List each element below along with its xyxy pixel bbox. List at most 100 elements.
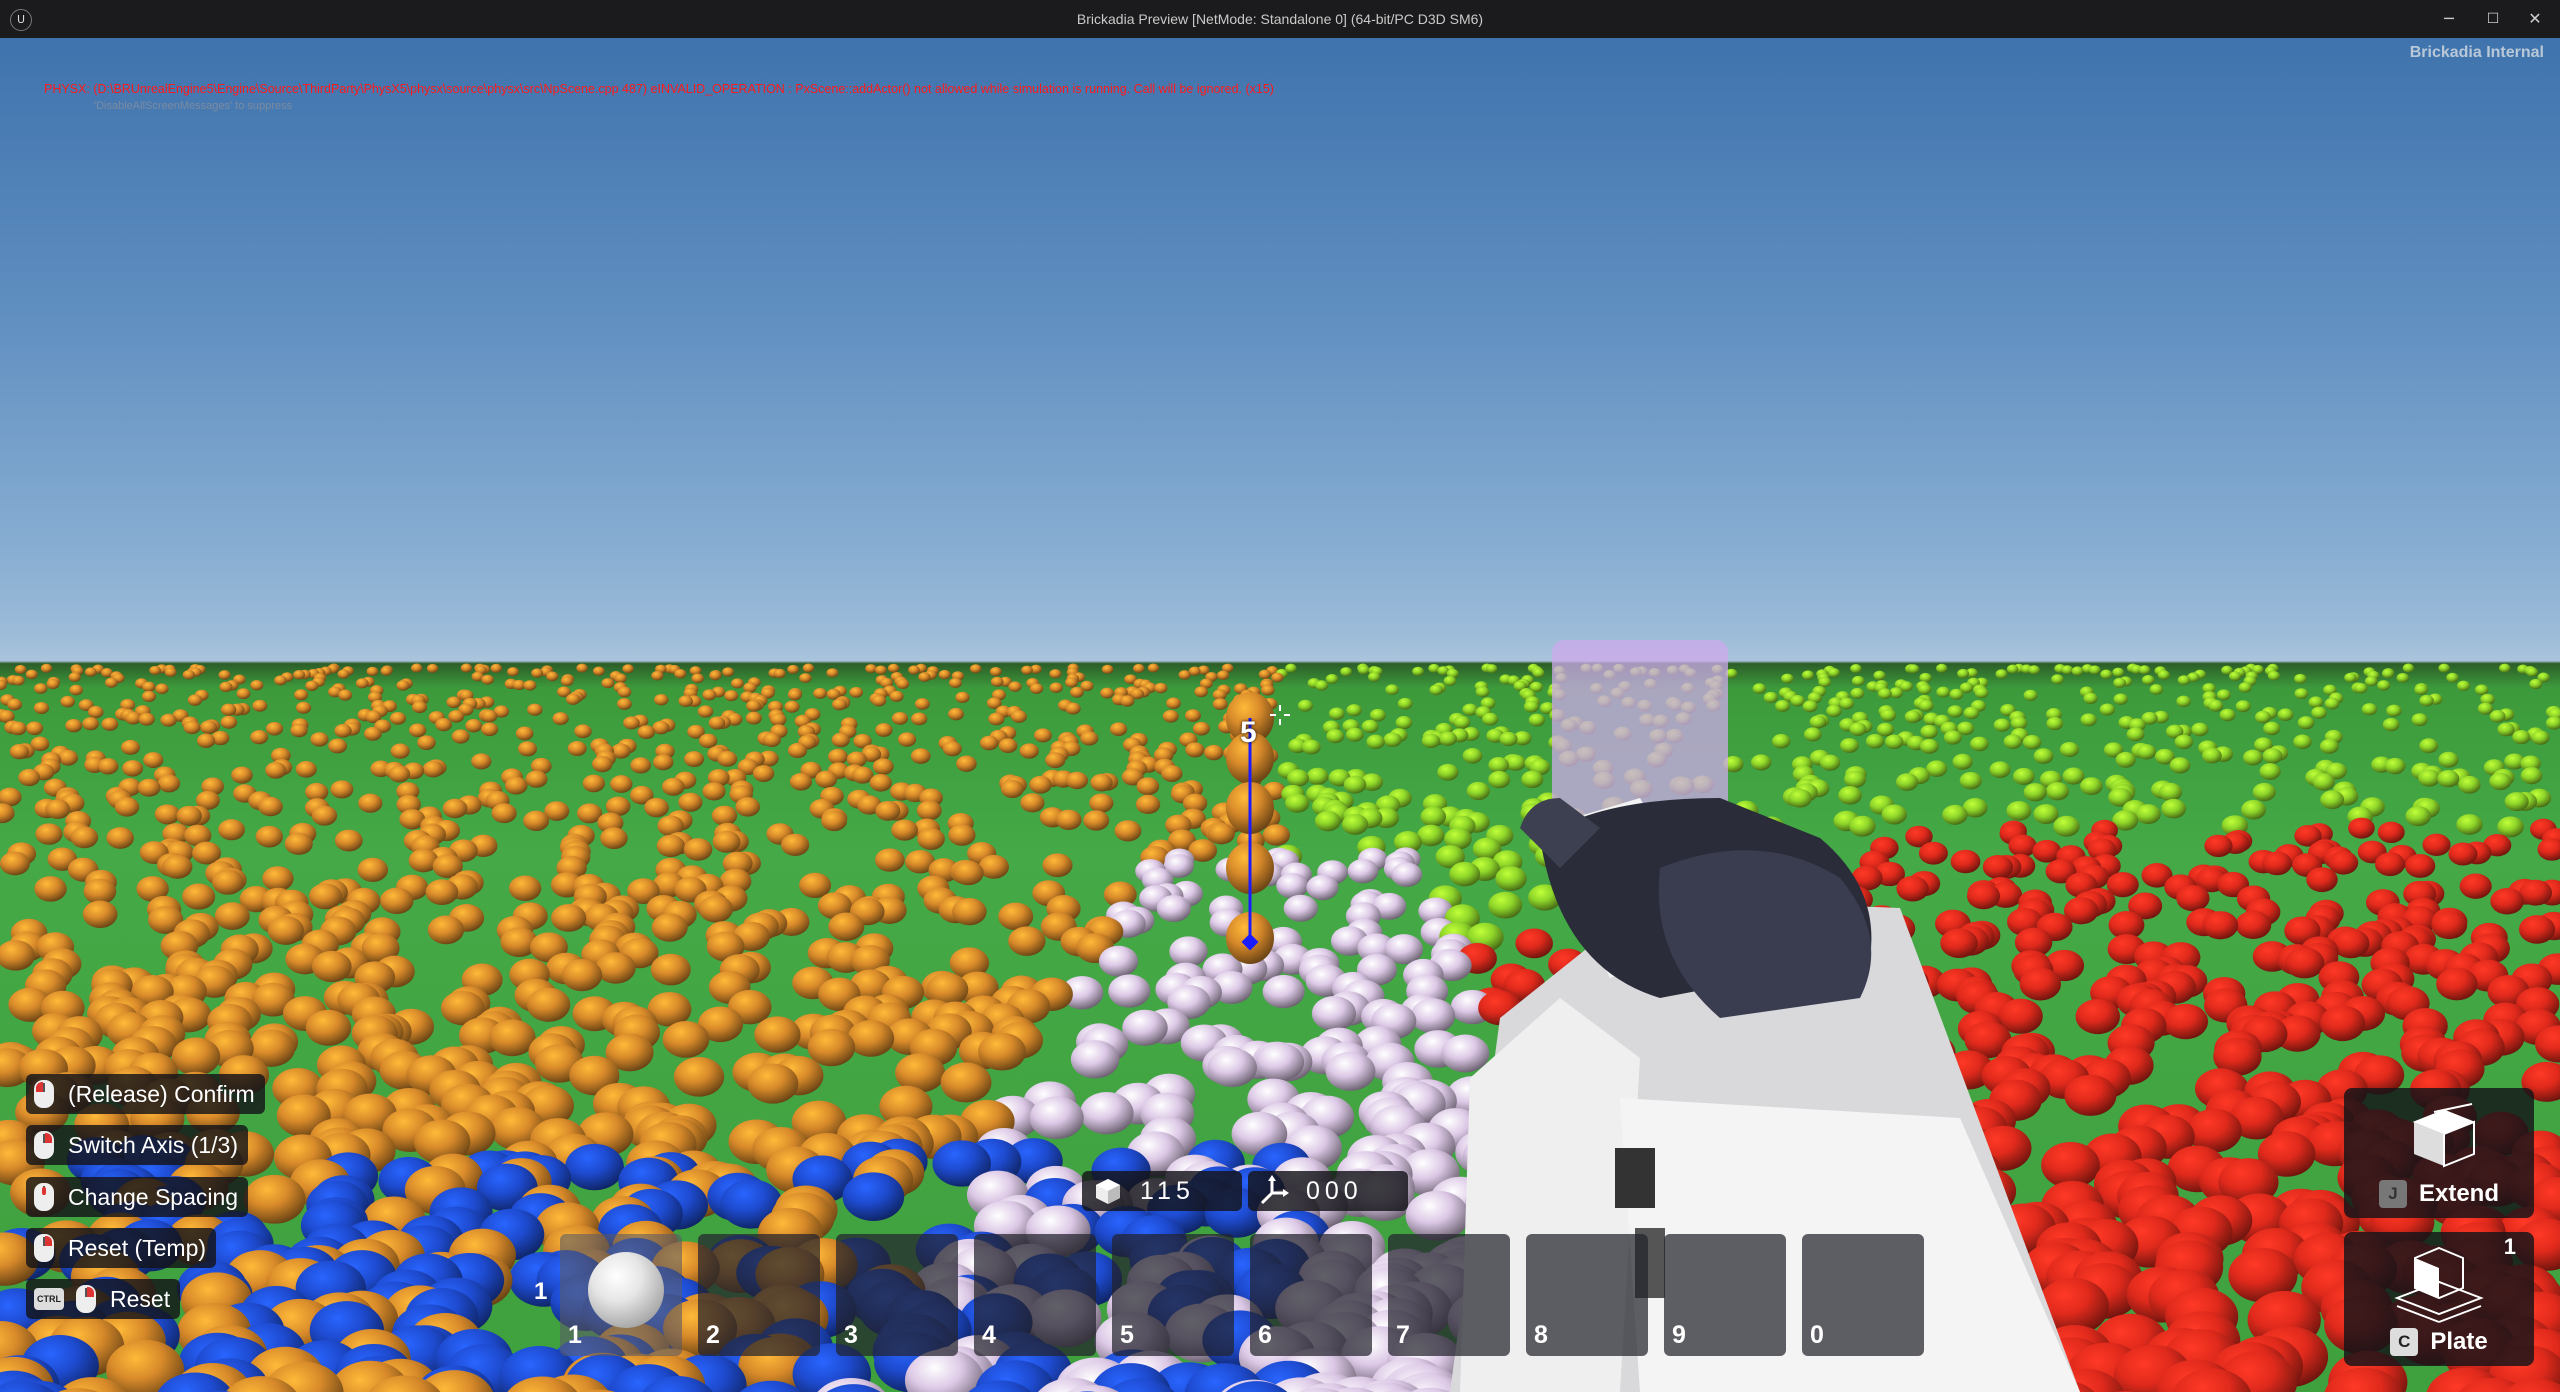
- slot-number: 6: [1258, 1321, 1272, 1349]
- minimize-button[interactable]: ─: [2432, 6, 2466, 32]
- orange-brick: [138, 712, 155, 726]
- orange-brick: [978, 1032, 1026, 1071]
- orange-brick: [82, 717, 99, 731]
- orange-brick: [730, 678, 744, 689]
- orange-brick: [988, 712, 1005, 726]
- orange-brick: [630, 757, 652, 774]
- lime-brick: [2112, 667, 2125, 677]
- hotbar-slot-7[interactable]: 7: [1388, 1234, 1510, 1356]
- orange-brick: [702, 689, 717, 701]
- lime-brick: [1369, 708, 1386, 722]
- hotbar-slot-5[interactable]: 5: [1112, 1234, 1234, 1356]
- lime-brick: [2157, 670, 2170, 680]
- orange-brick: [917, 828, 945, 850]
- lime-brick: [2262, 748, 2283, 764]
- hotbar-slot-0[interactable]: 0: [1802, 1234, 1924, 1356]
- lime-brick: [2297, 716, 2315, 730]
- extend-key: J: [2378, 1180, 2407, 1208]
- red-brick: [2518, 915, 2556, 944]
- orange-brick: [1019, 743, 1039, 759]
- orange-brick: [662, 1020, 710, 1058]
- plate-mode-panel[interactable]: 1 C Plate: [2344, 1232, 2534, 1366]
- red-brick: [2537, 838, 2560, 861]
- orange-brick: [328, 738, 348, 754]
- orange-brick: [155, 683, 169, 695]
- lime-brick: [1790, 694, 1805, 707]
- lime-brick: [2059, 741, 2080, 758]
- orange-brick: [389, 711, 406, 725]
- lime-brick: [2191, 722, 2209, 737]
- orange-brick: [582, 774, 605, 793]
- red-brick: [1950, 849, 1981, 874]
- hotbar-slot-4[interactable]: 4: [974, 1234, 1096, 1356]
- hotbar-slot-1[interactable]: 1: [560, 1234, 682, 1356]
- orange-brick: [218, 819, 245, 841]
- orange-brick: [1080, 731, 1099, 746]
- slot-number: 1: [568, 1321, 582, 1349]
- slot-number: 8: [1534, 1321, 1548, 1349]
- lime-brick: [2384, 757, 2406, 775]
- lime-brick: [1904, 710, 1921, 724]
- lime-brick: [1532, 668, 1545, 678]
- lime-brick: [2311, 706, 2327, 719]
- lime-brick: [1881, 804, 1907, 825]
- orange-brick: [33, 702, 50, 715]
- red-brick: [2348, 817, 2375, 839]
- close-button[interactable]: ✕: [2518, 6, 2552, 32]
- lime-brick: [2344, 672, 2357, 683]
- orange-brick: [969, 664, 982, 674]
- orange-brick: [1114, 820, 1142, 842]
- orange-brick: [293, 669, 306, 680]
- red-brick: [2405, 854, 2436, 878]
- orange-brick: [122, 760, 144, 777]
- orange-brick: [121, 739, 140, 755]
- lime-brick: [2176, 695, 2191, 708]
- slot-number: 2: [706, 1321, 720, 1349]
- hotbar-slot-6[interactable]: 6: [1250, 1234, 1372, 1356]
- orange-brick: [114, 797, 140, 817]
- orange-brick: [14, 664, 27, 675]
- slot-number: 4: [982, 1321, 996, 1349]
- lime-brick: [1325, 674, 1339, 684]
- orange-brick: [595, 952, 636, 984]
- orange-brick: [101, 717, 119, 731]
- orange-brick: [831, 732, 850, 748]
- orange-brick: [1166, 697, 1181, 710]
- lime-brick: [2411, 713, 2428, 727]
- orange-brick: [561, 959, 603, 992]
- lime-brick: [2071, 666, 2084, 676]
- hotbar-slot-2[interactable]: 2: [698, 1234, 820, 1356]
- orange-brick: [821, 810, 848, 832]
- lime-brick: [2381, 668, 2394, 679]
- orange-brick: [955, 691, 970, 703]
- orange-brick: [236, 688, 251, 700]
- hotbar-slot-9[interactable]: 9: [1664, 1234, 1786, 1356]
- orange-brick: [787, 689, 802, 701]
- lime-brick: [2418, 769, 2441, 787]
- orange-brick: [212, 869, 244, 895]
- orange-brick: [12, 675, 25, 686]
- orange-brick: [813, 687, 827, 699]
- orange-brick: [1258, 669, 1271, 680]
- extend-mode-panel[interactable]: J Extend: [2344, 1088, 2534, 1218]
- hotbar-slot-3[interactable]: 3: [836, 1234, 958, 1356]
- orange-brick: [491, 803, 517, 824]
- hotbar-slot-8[interactable]: 8: [1526, 1234, 1648, 1356]
- orange-brick: [250, 680, 264, 691]
- red-brick: [2448, 842, 2478, 866]
- lime-brick: [2446, 672, 2459, 683]
- orange-brick: [979, 735, 999, 751]
- action-label: Change Spacing: [68, 1183, 239, 1210]
- lime-brick: [1959, 771, 1982, 790]
- orange-brick: [70, 826, 99, 849]
- orange-brick: [0, 851, 30, 876]
- lime-brick: [1438, 731, 1457, 746]
- orange-brick: [1162, 709, 1179, 723]
- lime-brick: [2135, 804, 2161, 825]
- lime-brick: [1840, 738, 1859, 753]
- orange-brick: [789, 773, 813, 791]
- maximize-button[interactable]: ☐: [2476, 6, 2510, 32]
- lime-brick: [1963, 706, 1980, 720]
- orange-brick: [200, 720, 218, 734]
- orange-brick: [617, 686, 632, 698]
